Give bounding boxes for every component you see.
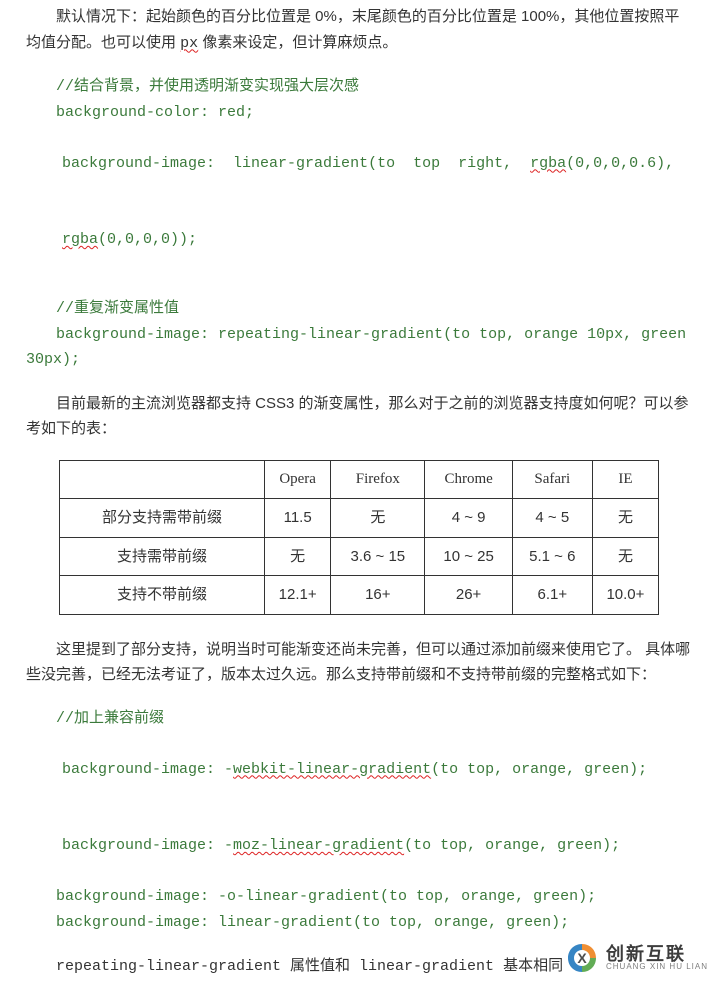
code-line: background-image: -o-linear-gradient(to … <box>26 884 692 910</box>
table-cell: 26+ <box>425 576 512 615</box>
table-cell: 12.1+ <box>265 576 331 615</box>
table-cell: 无 <box>592 537 658 576</box>
browser-support-table: Opera Firefox Chrome Safari IE 部分支持需带前缀 … <box>59 460 659 615</box>
code-line: background-image: linear-gradient(to top… <box>26 125 692 202</box>
code-comment: //重复渐变属性值 <box>26 296 692 322</box>
code-comment: //加上兼容前缀 <box>26 706 692 732</box>
table-cell: 无 <box>331 499 425 538</box>
table-cell: 10.0+ <box>592 576 658 615</box>
table-row-label: 支持不带前缀 <box>60 576 265 615</box>
table-row: 支持不带前缀 12.1+ 16+ 26+ 6.1+ 10.0+ <box>60 576 659 615</box>
table-header: Firefox <box>331 460 425 499</box>
table-cell: 5.1 ~ 6 <box>512 537 592 576</box>
code-func-rgba: rgba <box>530 155 566 172</box>
code-line: background-image: -moz-linear-gradient(t… <box>26 808 692 885</box>
text: repeating-linear-gradient 属性值和 linear-gr… <box>56 958 563 975</box>
code-text: (0,0,0,0)); <box>98 231 197 248</box>
code-line-continuation: rgba(0,0,0,0)); <box>26 202 692 279</box>
code-func-moz: moz-linear-gradient <box>233 837 404 854</box>
svg-text:X: X <box>577 950 587 966</box>
table-row: 部分支持需带前缀 11.5 无 4 ~ 9 4 ~ 5 无 <box>60 499 659 538</box>
table-row-label: 部分支持需带前缀 <box>60 499 265 538</box>
table-cell: 16+ <box>331 576 425 615</box>
code-line: background-image: -webkit-linear-gradien… <box>26 731 692 808</box>
para-intro-default: 默认情况下：起始颜色的百分比位置是 0%，末尾颜色的百分比位置是 100%，其他… <box>26 4 692 56</box>
inline-code-px: px <box>180 35 198 52</box>
table-cell: 4 ~ 5 <box>512 499 592 538</box>
code-line: background-color: red; <box>26 100 692 126</box>
code-text: (0,0,0,0.6), <box>566 155 683 172</box>
table-row: 支持需带前缀 无 3.6 ~ 15 10 ~ 25 5.1 ~ 6 无 <box>60 537 659 576</box>
table-cell: 11.5 <box>265 499 331 538</box>
watermark-title: 创新互联 <box>606 945 708 963</box>
table-header <box>60 460 265 499</box>
code-block-bg-transparent: //结合背景，并使用透明渐变实现强大层次感 background-color: … <box>26 74 692 278</box>
para-prefix-explain: 这里提到了部分支持，说明当时可能渐变还尚未完善，但可以通过添加前缀来使用它了。 … <box>26 637 692 688</box>
table-cell: 6.1+ <box>512 576 592 615</box>
table-header-row: Opera Firefox Chrome Safari IE <box>60 460 659 499</box>
watermark-text: 创新互联 CHUANG XIN HU LIAN <box>606 945 708 971</box>
table-cell: 4 ~ 9 <box>425 499 512 538</box>
para-browser-support: 目前最新的主流浏览器都支持 CSS3 的渐变属性，那么对于之前的浏览器支持度如何… <box>26 391 692 442</box>
table-cell: 10 ~ 25 <box>425 537 512 576</box>
table-header: Chrome <box>425 460 512 499</box>
table-header: Safari <box>512 460 592 499</box>
text: 像素来设定，但计算麻烦点。 <box>198 34 397 51</box>
code-block-repeating: //重复渐变属性值 background-image: repeating-li… <box>26 296 692 373</box>
table-row-label: 支持需带前缀 <box>60 537 265 576</box>
table-cell: 无 <box>592 499 658 538</box>
code-line: background-image: repeating-linear-gradi… <box>26 322 692 373</box>
code-comment: //结合背景，并使用透明渐变实现强大层次感 <box>26 74 692 100</box>
table-cell: 无 <box>265 537 331 576</box>
watermark-subtitle: CHUANG XIN HU LIAN <box>606 963 708 971</box>
watermark-logo-icon: X <box>564 940 600 976</box>
code-line: background-image: linear-gradient(to top… <box>26 910 692 936</box>
table-header: IE <box>592 460 658 499</box>
code-block-prefix: //加上兼容前缀 background-image: -webkit-linea… <box>26 706 692 936</box>
code-func-webkit: webkit-linear-gradient <box>233 761 431 778</box>
code-text: background-image: linear-gradient(to top… <box>62 155 530 172</box>
table-cell: 3.6 ~ 15 <box>331 537 425 576</box>
code-func-rgba: rgba <box>62 231 98 248</box>
watermark: X 创新互联 CHUANG XIN HU LIAN <box>564 940 708 976</box>
table-header: Opera <box>265 460 331 499</box>
